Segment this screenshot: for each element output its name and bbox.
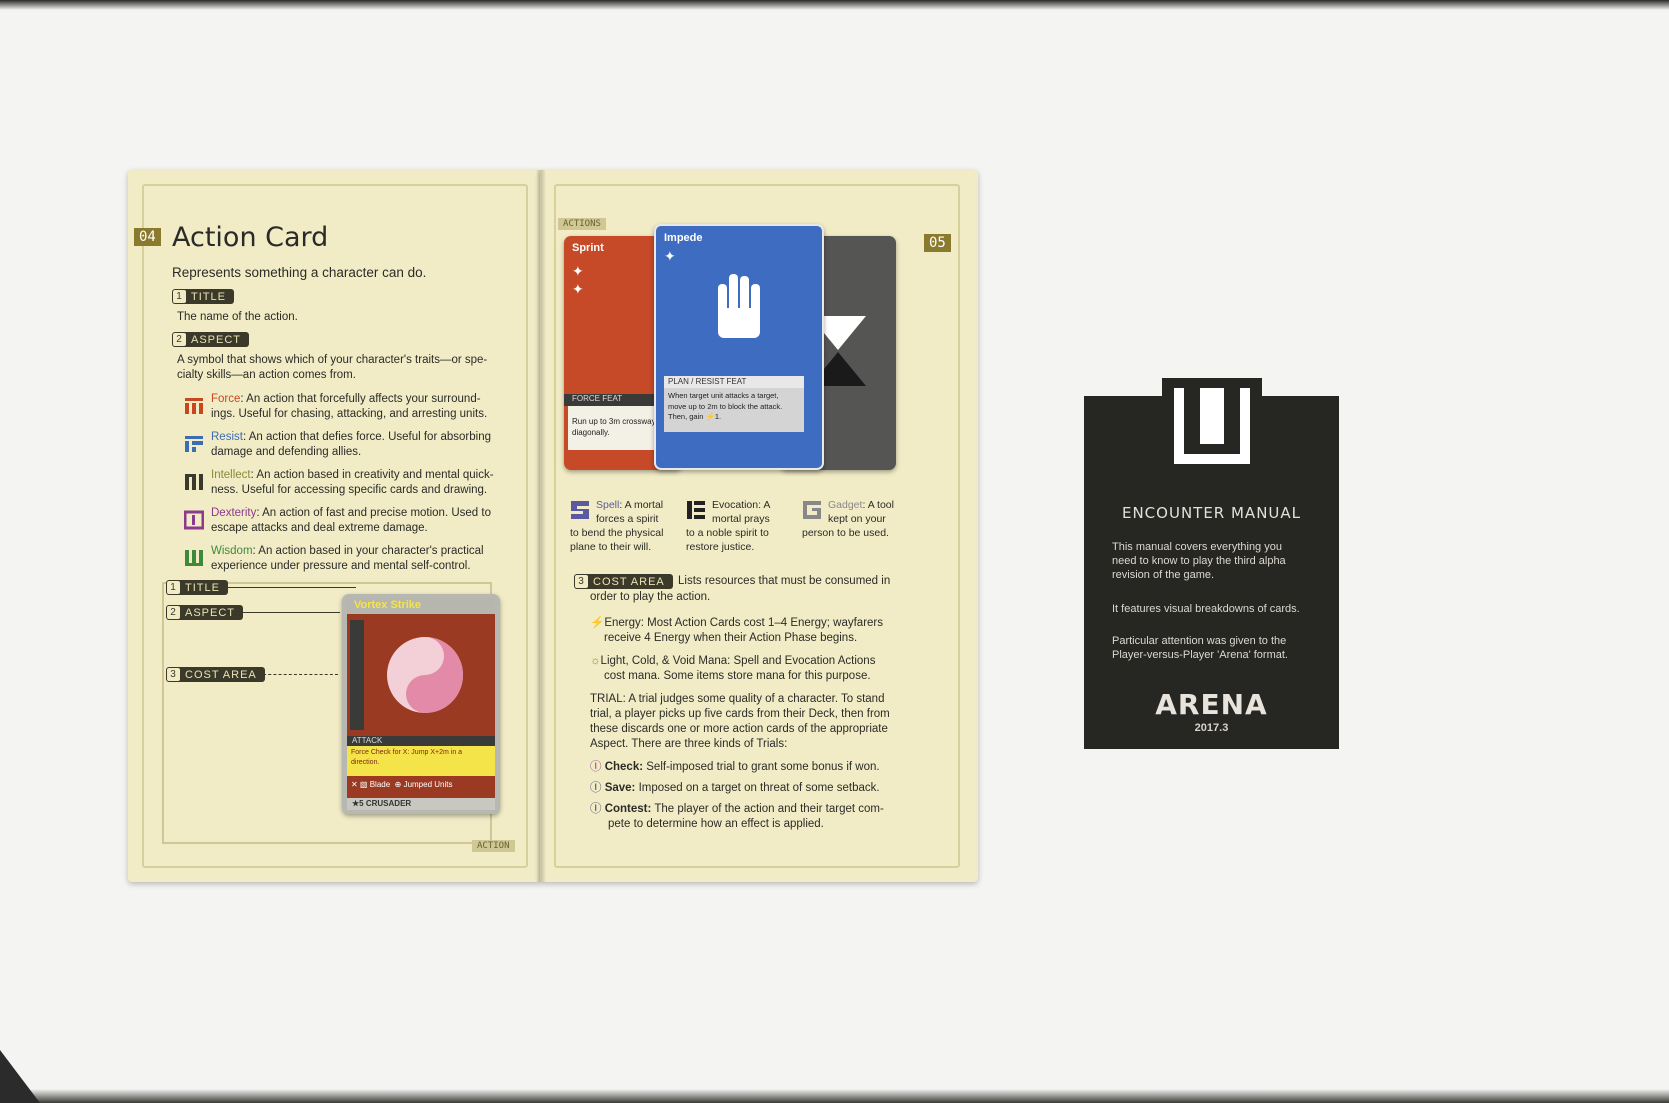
scan-edge-top [0, 0, 1669, 10]
arena-logo-text: ARENA [1155, 688, 1268, 721]
hand-icon [718, 274, 760, 338]
resist-icon [185, 436, 203, 452]
sample-card-text: Force Check for X: Jump X+2m in a directi… [351, 749, 463, 766]
trial-desc: TRIAL: A trial judges some quality of a … [590, 693, 890, 750]
cost-area-desc-2: order to play the action. [590, 591, 711, 603]
sprint-diamond-icons: ✦ ✦ [572, 263, 584, 297]
aspect-label: 2 ASPECT [172, 332, 250, 347]
page-title: Action Card [172, 222, 329, 253]
light-icon: ☼ [590, 655, 601, 667]
manual-cover: ENCOUNTER MANUAL This manual covers ever… [1084, 378, 1339, 749]
impede-card: Impede ✦ PLAN / RESIST FEAT When target … [654, 224, 824, 470]
impede-card-text: When target unit attacks a target, move u… [668, 391, 783, 421]
page-number: 04 [134, 228, 161, 246]
manual-version: 2017.3 [1194, 722, 1229, 734]
trial-check: Ⓘ Check: Self-imposed trial to grant som… [590, 761, 880, 773]
force-icon [185, 398, 203, 414]
energy-desc: ⚡Energy: Most Action Cards cost 1–4 Ener… [590, 617, 884, 644]
callout-cost-area: 3 COST AREA [166, 667, 265, 682]
open-booklet: 04 Action Card Represents something a ch… [128, 170, 978, 888]
page-subtitle: Represents something a character can do. [172, 265, 427, 280]
sample-card-title: Vortex Strike [354, 599, 422, 611]
cover-tab [1162, 378, 1262, 466]
mana-desc: ☼Light, Cold, & Void Mana: Spell and Evo… [590, 655, 876, 682]
manual-intro: This manual covers everything you need to… [1112, 541, 1286, 581]
callout-title: 1 TITLE [166, 580, 228, 595]
save-icon: Ⓘ [590, 782, 602, 794]
intellect-icon [185, 474, 203, 490]
dexterity-icon [184, 510, 204, 530]
sprint-card-title: Sprint [572, 242, 604, 254]
impede-card-title: Impede [664, 232, 703, 244]
check-icon: Ⓘ [590, 761, 602, 773]
callout-aspect: 2 ASPECT [166, 605, 244, 620]
vortex-icon [387, 637, 463, 713]
sample-card-tags: ✕ ▧ Blade ⊕ Jumped Units [351, 780, 453, 789]
impede-card-type: PLAN / RESIST FEAT [668, 377, 747, 386]
sprint-card-text: Run up to 3m crossways diagonally. [572, 417, 660, 437]
trial-contest: Ⓘ Contest: The player of the action and … [590, 803, 884, 830]
left-corner-tag: ACTION [472, 840, 515, 852]
page-number-right: 05 [924, 234, 951, 252]
scan-corner [0, 1050, 40, 1103]
contest-icon: Ⓘ [590, 803, 602, 815]
arena-logo-icon [1174, 388, 1250, 464]
booklet-spine [536, 170, 546, 882]
sample-action-card: Vortex Strike ATTACK Force Check for X: … [342, 594, 500, 814]
right-corner-tag: ACTIONS [558, 218, 606, 230]
scan-edge-bottom [0, 1089, 1669, 1103]
title-desc: The name of the action. [177, 311, 298, 323]
cost-area-label: 3 COST AREA [574, 574, 673, 589]
sprint-card-type: FORCE FEAT [572, 394, 623, 403]
impede-diamond-icon: ✦ [664, 248, 676, 264]
manual-attention: Particular attention was given to the Pla… [1112, 635, 1288, 661]
sample-card-type: ATTACK [352, 736, 383, 745]
title-label: 1 TITLE [172, 289, 234, 304]
wisdom-icon [185, 550, 203, 566]
manual-features: It features visual breakdowns of cards. [1112, 603, 1300, 615]
aspect-desc: A symbol that shows which of your charac… [177, 354, 488, 381]
left-page: 04 Action Card Represents something a ch… [128, 170, 540, 882]
manual-title: ENCOUNTER MANUAL [1121, 504, 1302, 522]
right-page: ACTIONS 05 Sprint ✦ ✦ FORCE FEAT Run up t… [540, 170, 978, 882]
energy-icon: ⚡ [590, 617, 605, 629]
sample-card-footer: ★5 CRUSADER [352, 799, 412, 808]
trial-save: Ⓘ Save: Imposed on a target on threat of… [590, 782, 880, 794]
cost-area-desc-1: Lists resources that must be consumed in [678, 575, 891, 587]
